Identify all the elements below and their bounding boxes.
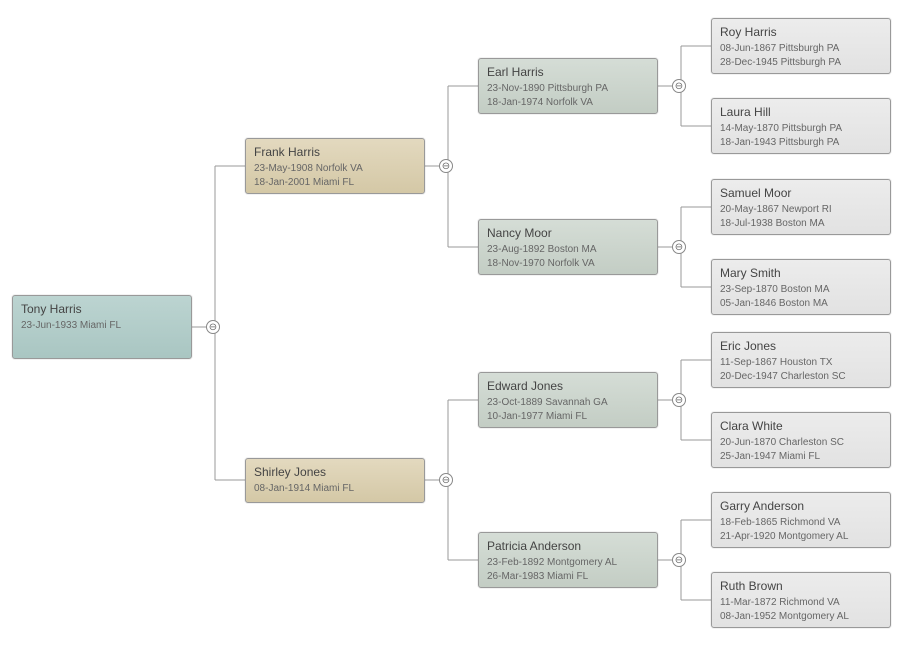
person-birth: 20-Jun-1870 Charleston SC xyxy=(720,436,882,450)
person-name: Roy Harris xyxy=(720,25,882,39)
person-death: 25-Jan-1947 Miami FL xyxy=(720,450,882,464)
person-birth: 23-Jun-1933 Miami FL xyxy=(21,319,183,333)
person-name: Tony Harris xyxy=(21,302,183,316)
person-name: Garry Anderson xyxy=(720,499,882,513)
person-card-ggp[interactable]: Laura Hill 14-May-1870 Pittsburgh PA 18-… xyxy=(711,98,891,154)
pedigree-chart: Tony Harris 23-Jun-1933 Miami FL ⊖ Frank… xyxy=(0,0,903,654)
person-death: 18-Jul-1938 Boston MA xyxy=(720,217,882,231)
expand-toggle[interactable]: ⊖ xyxy=(672,79,686,93)
person-death: 21-Apr-1920 Montgomery AL xyxy=(720,530,882,544)
person-name: Eric Jones xyxy=(720,339,882,353)
person-card-mgm[interactable]: Patricia Anderson 23-Feb-1892 Montgomery… xyxy=(478,532,658,588)
person-name: Earl Harris xyxy=(487,65,649,79)
person-birth: 23-Oct-1889 Savannah GA xyxy=(487,396,649,410)
person-name: Frank Harris xyxy=(254,145,416,159)
person-name: Samuel Moor xyxy=(720,186,882,200)
person-birth: 23-Sep-1870 Boston MA xyxy=(720,283,882,297)
person-card-mother[interactable]: Shirley Jones 08-Jan-1914 Miami FL xyxy=(245,458,425,503)
person-death: 10-Jan-1977 Miami FL xyxy=(487,410,649,424)
expand-toggle[interactable]: ⊖ xyxy=(439,159,453,173)
person-birth: 23-Aug-1892 Boston MA xyxy=(487,243,649,257)
person-card-ggp[interactable]: Roy Harris 08-Jun-1867 Pittsburgh PA 28-… xyxy=(711,18,891,74)
person-birth: 08-Jan-1914 Miami FL xyxy=(254,482,416,496)
person-birth: 18-Feb-1865 Richmond VA xyxy=(720,516,882,530)
person-name: Ruth Brown xyxy=(720,579,882,593)
person-card-root[interactable]: Tony Harris 23-Jun-1933 Miami FL xyxy=(12,295,192,359)
person-card-mgf[interactable]: Edward Jones 23-Oct-1889 Savannah GA 10-… xyxy=(478,372,658,428)
person-death: 20-Dec-1947 Charleston SC xyxy=(720,370,882,384)
expand-toggle[interactable]: ⊖ xyxy=(672,553,686,567)
expand-toggle[interactable]: ⊖ xyxy=(672,240,686,254)
person-death: 28-Dec-1945 Pittsburgh PA xyxy=(720,56,882,70)
person-birth: 23-Nov-1890 Pittsburgh PA xyxy=(487,82,649,96)
person-birth: 11-Mar-1872 Richmond VA xyxy=(720,596,882,610)
person-birth: 08-Jun-1867 Pittsburgh PA xyxy=(720,42,882,56)
person-death: 18-Jan-1974 Norfolk VA xyxy=(487,96,649,110)
expand-toggle[interactable]: ⊖ xyxy=(672,393,686,407)
person-card-ggp[interactable]: Ruth Brown 11-Mar-1872 Richmond VA 08-Ja… xyxy=(711,572,891,628)
person-birth: 23-Feb-1892 Montgomery AL xyxy=(487,556,649,570)
person-death: 08-Jan-1952 Montgomery AL xyxy=(720,610,882,624)
person-birth: 14-May-1870 Pittsburgh PA xyxy=(720,122,882,136)
person-name: Mary Smith xyxy=(720,266,882,280)
person-card-ggp[interactable]: Eric Jones 11-Sep-1867 Houston TX 20-Dec… xyxy=(711,332,891,388)
person-birth: 23-May-1908 Norfolk VA xyxy=(254,162,416,176)
person-card-pgm[interactable]: Nancy Moor 23-Aug-1892 Boston MA 18-Nov-… xyxy=(478,219,658,275)
person-birth: 20-May-1867 Newport RI xyxy=(720,203,882,217)
person-name: Shirley Jones xyxy=(254,465,416,479)
person-card-father[interactable]: Frank Harris 23-May-1908 Norfolk VA 18-J… xyxy=(245,138,425,194)
person-birth: 11-Sep-1867 Houston TX xyxy=(720,356,882,370)
person-death: 18-Jan-2001 Miami FL xyxy=(254,176,416,190)
person-death: 18-Nov-1970 Norfolk VA xyxy=(487,257,649,271)
expand-toggle[interactable]: ⊖ xyxy=(439,473,453,487)
person-death: 18-Jan-1943 Pittsburgh PA xyxy=(720,136,882,150)
person-card-ggp[interactable]: Mary Smith 23-Sep-1870 Boston MA 05-Jan-… xyxy=(711,259,891,315)
person-name: Clara White xyxy=(720,419,882,433)
person-name: Edward Jones xyxy=(487,379,649,393)
person-card-ggp[interactable]: Garry Anderson 18-Feb-1865 Richmond VA 2… xyxy=(711,492,891,548)
expand-toggle[interactable]: ⊖ xyxy=(206,320,220,334)
person-card-ggp[interactable]: Clara White 20-Jun-1870 Charleston SC 25… xyxy=(711,412,891,468)
person-card-ggp[interactable]: Samuel Moor 20-May-1867 Newport RI 18-Ju… xyxy=(711,179,891,235)
person-name: Nancy Moor xyxy=(487,226,649,240)
person-death: 26-Mar-1983 Miami FL xyxy=(487,570,649,584)
person-name: Laura Hill xyxy=(720,105,882,119)
person-death: 05-Jan-1846 Boston MA xyxy=(720,297,882,311)
person-card-pgf[interactable]: Earl Harris 23-Nov-1890 Pittsburgh PA 18… xyxy=(478,58,658,114)
person-name: Patricia Anderson xyxy=(487,539,649,553)
